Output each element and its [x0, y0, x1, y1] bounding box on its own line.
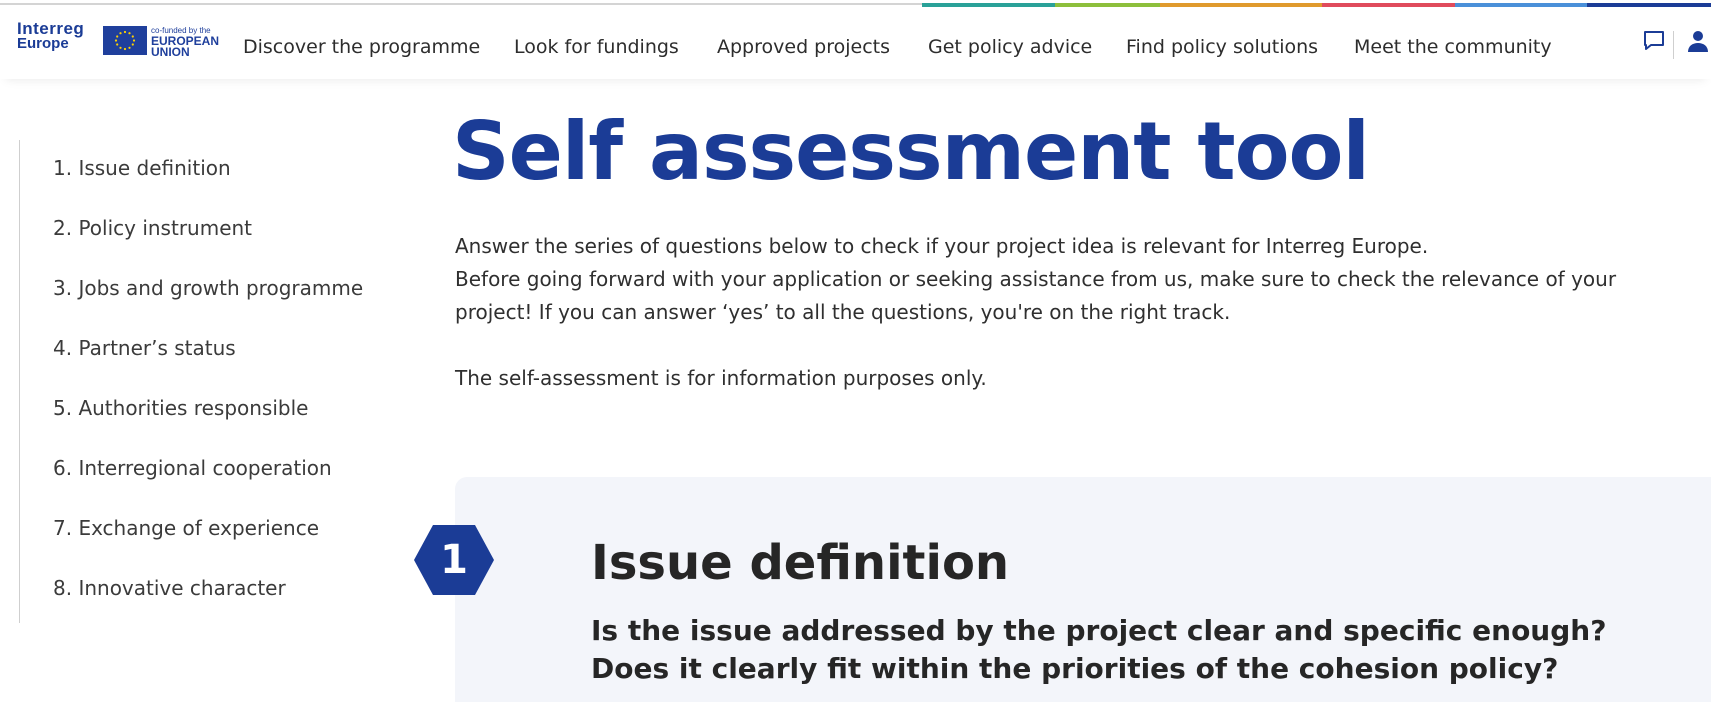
intro-line-3: project! If you can answer ‘yes’ to all …	[455, 300, 1231, 324]
logo-line-2: Europe	[17, 35, 69, 52]
chat-icon[interactable]	[1642, 29, 1666, 57]
nav-find-policy-solutions[interactable]: Find policy solutions	[1126, 27, 1318, 67]
sidebar-item-interregional[interactable]: 6. Interregional cooperation	[53, 456, 332, 480]
header-actions	[1621, 25, 1711, 65]
nav-discover-programme[interactable]: Discover the programme	[243, 27, 480, 67]
nav-get-policy-advice[interactable]: Get policy advice	[928, 27, 1092, 67]
sidebar-item-partner-status[interactable]: 4. Partner’s status	[53, 336, 236, 360]
step-title: Issue definition	[591, 535, 1010, 591]
sidebar-item-exchange[interactable]: 7. Exchange of experience	[53, 516, 319, 540]
nav-approved-projects[interactable]: Approved projects	[717, 27, 890, 67]
site-header: Interreg Europe co-funded by the EUROPEA…	[0, 7, 1711, 79]
user-icon[interactable]	[1687, 29, 1709, 57]
sidebar-item-policy-instrument[interactable]: 2. Policy instrument	[53, 216, 252, 240]
step-question-2: Does it clearly fit within the prioritie…	[591, 652, 1559, 685]
eu-line-2: UNION	[151, 45, 190, 59]
top-gray-line	[0, 3, 922, 5]
logo-wordmark: Interreg Europe	[17, 19, 85, 52]
eu-flag-icon	[103, 26, 147, 55]
steps-sidebar: 1. Issue definition 2. Policy instrument…	[19, 140, 400, 623]
step-number: 1	[440, 537, 468, 583]
sidebar-item-jobs-growth[interactable]: 3. Jobs and growth programme	[53, 276, 363, 300]
step-question-1: Is the issue addressed by the project cl…	[591, 614, 1607, 647]
sidebar-item-authorities[interactable]: 5. Authorities responsible	[53, 396, 308, 420]
nav-look-for-fundings[interactable]: Look for fundings	[514, 27, 679, 67]
eu-cofunded-text: co-funded by the EUROPEAN UNION	[151, 25, 219, 58]
intro-line-2: Before going forward with your applicati…	[455, 267, 1617, 291]
page-title: Self assessment tool	[452, 105, 1370, 198]
disclaimer-note: The self-assessment is for information p…	[455, 366, 987, 390]
header-divider	[1673, 31, 1674, 59]
top-color-stripe	[0, 0, 1711, 7]
sidebar-item-issue-definition[interactable]: 1. Issue definition	[53, 156, 231, 180]
step-number-badge: 1	[413, 524, 495, 596]
sidebar-item-innovative[interactable]: 8. Innovative character	[53, 576, 286, 600]
logo-line-1: Interreg	[17, 19, 85, 38]
intro-line-1: Answer the series of questions below to …	[455, 234, 1429, 258]
nav-meet-community[interactable]: Meet the community	[1354, 27, 1552, 67]
